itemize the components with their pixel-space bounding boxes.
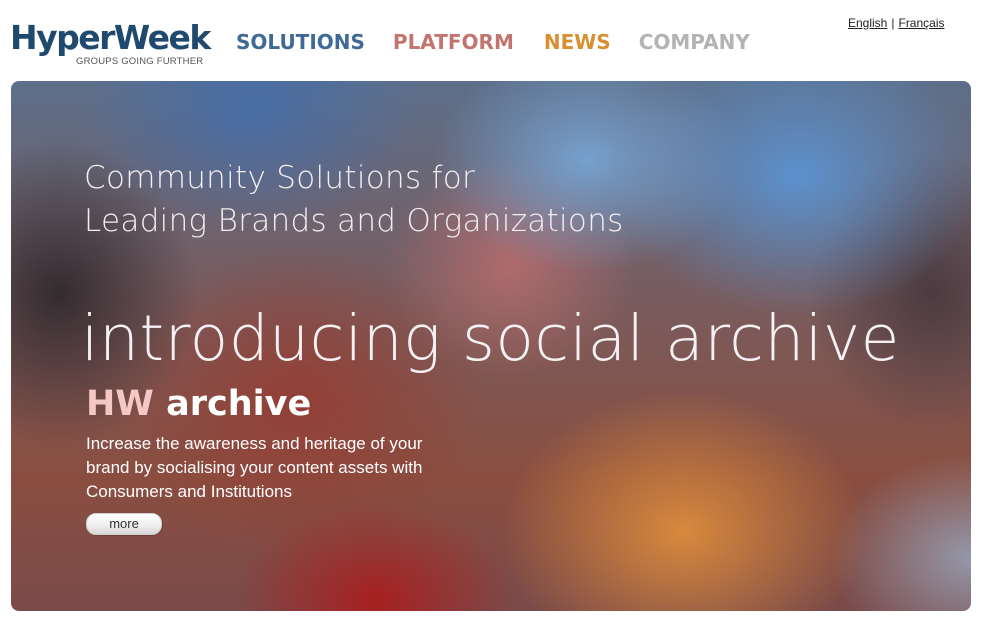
lang-english-link[interactable]: English — [848, 16, 887, 30]
logo-wordmark: HyperWeek — [10, 18, 211, 57]
page: HyperWeek GROUPS GOING FURTHER SOLUTIONS… — [0, 0, 983, 622]
main-nav: SOLUTIONS PLATFORM NEWS COMPANY — [236, 28, 750, 56]
hyperweek-logo[interactable]: HyperWeek GROUPS GOING FURTHER — [10, 18, 211, 70]
nav-platform[interactable]: PLATFORM — [393, 28, 514, 56]
nav-news[interactable]: NEWS — [544, 28, 611, 56]
hero-product-name: HW archive — [86, 382, 311, 426]
logo-tagline: GROUPS GOING FURTHER — [76, 56, 204, 67]
nav-solutions[interactable]: SOLUTIONS — [236, 28, 365, 56]
more-button[interactable]: more — [86, 513, 162, 535]
lang-separator: | — [891, 16, 895, 30]
hero-heading-line-1: Community Solutions for — [84, 160, 476, 196]
product-word: archive — [166, 384, 312, 424]
hero-banner: Community Solutions for Leading Brands a… — [11, 81, 971, 611]
product-prefix: HW — [86, 384, 154, 424]
hero-description: Increase the awareness and heritage of y… — [86, 434, 423, 501]
nav-company[interactable]: COMPANY — [639, 28, 750, 56]
language-switcher: English | Français — [848, 16, 945, 30]
hero-intro-title: introducing social archive — [81, 302, 900, 375]
hero-heading-line-2: Leading Brands and Organizations — [84, 203, 624, 239]
hero-heading: Community Solutions for Leading Brands a… — [84, 157, 624, 243]
lang-french-link[interactable]: Français — [898, 16, 944, 30]
